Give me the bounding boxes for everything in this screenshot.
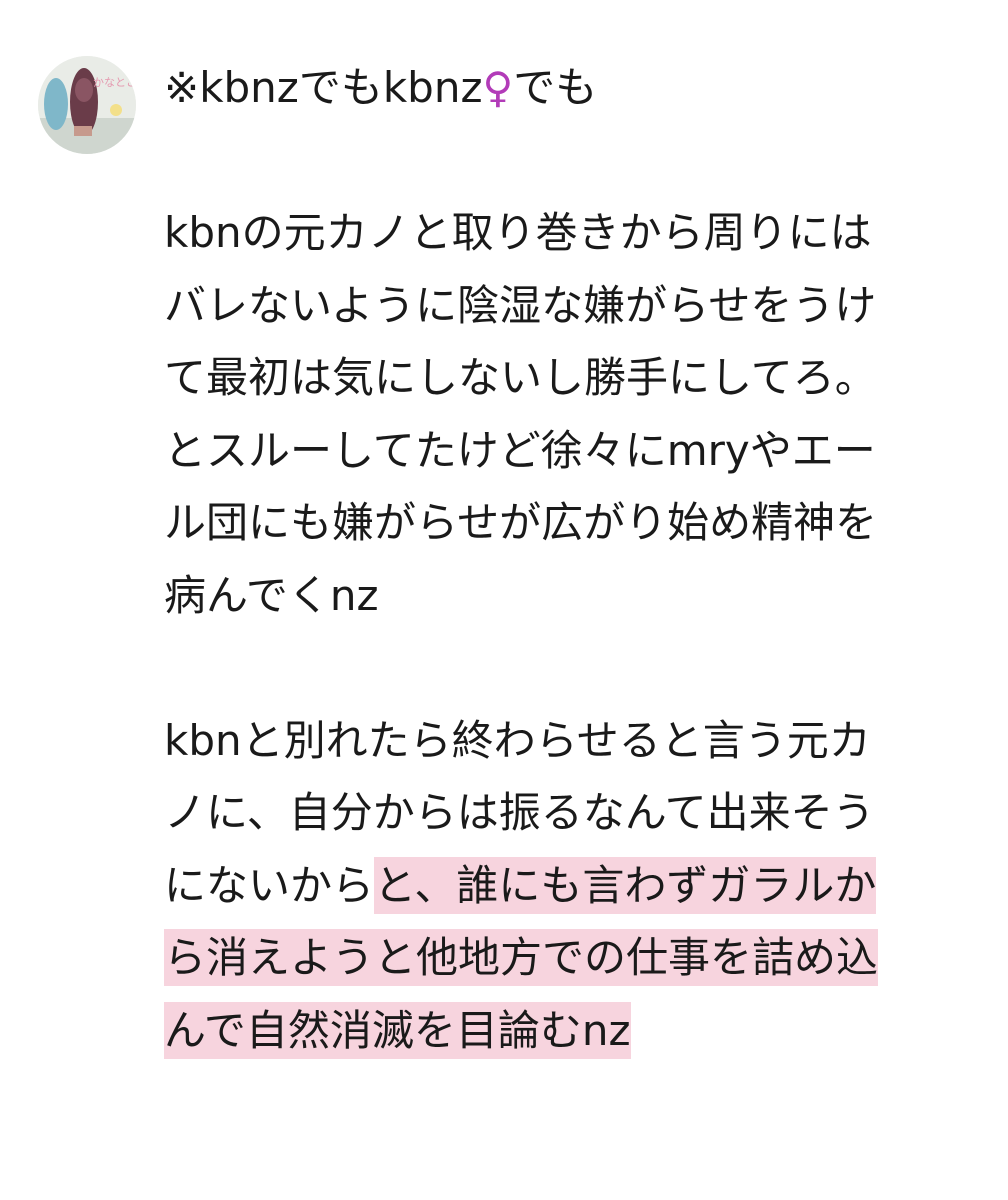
avatar[interactable]: かなとこ [38, 56, 136, 154]
post-title-line: ※kbnzでもkbnz♀でも [164, 52, 994, 125]
paragraph-line: んで自然消滅を目論むnz [164, 995, 994, 1068]
highlighted-text: んで自然消滅を目論むnz [164, 1001, 631, 1059]
paragraph-line: バレないように陰湿な嫌がらせをうけ [164, 280, 877, 330]
avatar-text: かなとこ [93, 76, 136, 89]
paragraph-line: kbnの元カノと取り巻きから周りには [164, 208, 872, 257]
paragraph-line: て最初は気にしないし勝手にしてろ。 [164, 353, 877, 402]
highlighted-text: ら消えようと他地方での仕事を詰め込 [164, 929, 879, 986]
title-prefix: ※kbnzでもkbnz [164, 63, 483, 112]
avatar-image: かなとこ [38, 56, 136, 154]
highlighted-text: と、誰にも言わずガラルか [374, 856, 877, 914]
paragraph-line: ノに、自分からは振るなんて出来そう [164, 788, 875, 837]
paragraph-line: ル団にも嫌がらせが広がり始め精神を [164, 498, 878, 547]
plain-text: にないから [164, 860, 375, 910]
post-card: かなとこ ※kbnzでもkbnz♀でも kbnの元カノと取り巻きから周りには バ… [0, 0, 1008, 1200]
paragraph-line: kbnと別れたら終わらせると言う元カ [164, 715, 871, 765]
post-body: ※kbnzでもkbnz♀でも kbnの元カノと取り巻きから周りには バレないよう… [164, 52, 994, 1067]
paragraph-line: ら消えようと他地方での仕事を詰め込 [164, 922, 994, 995]
female-sign-icon: ♀ [482, 63, 514, 112]
title-suffix: でも [513, 63, 598, 112]
paragraph-line: 病んでくnz [164, 570, 379, 620]
paragraph-line: にないからと、誰にも言わずガラルか [164, 850, 994, 923]
paragraph-line: とスルーしてたけど徐々にmryやエー [164, 425, 876, 475]
